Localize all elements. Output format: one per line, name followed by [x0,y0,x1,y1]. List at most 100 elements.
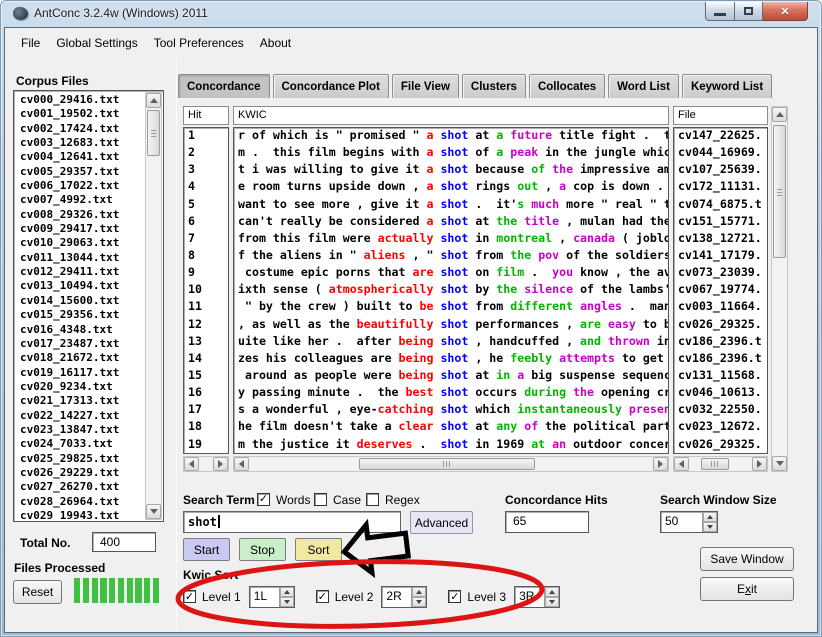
corpus-file-item[interactable]: cv029_19943.txt [16,509,144,519]
corpus-files-listbox[interactable]: cv000_29416.txtcv001_19502.txtcv002_1742… [13,90,164,522]
kwic-hscrollbar[interactable] [233,456,669,472]
kwic-column-body[interactable]: r of which is " promised " a shot at a f… [233,127,669,454]
tab-word-list[interactable]: Word List [608,74,679,98]
kwic-row[interactable]: , as well as the beautifully shot perfor… [234,317,668,334]
file-cell[interactable]: cv131_11568. [674,368,767,385]
results-scroll-thumb[interactable] [773,125,786,258]
kwic-row[interactable]: " by the crew ) built to be shot from di… [234,299,668,316]
kwic-row[interactable]: r of which is " promised " a shot at a f… [234,128,668,145]
kwic-row[interactable]: from this film were actually shot in mon… [234,231,668,248]
file-cell[interactable]: cv023_12672. [674,419,767,436]
spin-down-icon[interactable] [280,597,294,607]
corpus-file-item[interactable]: cv023_13847.txt [16,423,144,437]
corpus-file-item[interactable]: cv026_29229.txt [16,466,144,480]
corpus-file-item[interactable]: cv012_29411.txt [16,265,144,279]
level-3-spinner[interactable]: 3R [514,586,560,608]
tab-concordance-plot[interactable]: Concordance Plot [273,74,389,98]
corpus-file-item[interactable]: cv028_26964.txt [16,495,144,509]
kwic-row[interactable]: he film doesn't take a clear shot at any… [234,419,668,436]
file-cell[interactable]: cv186_2396.t [674,351,767,368]
tab-collocates[interactable]: Collocates [529,74,605,98]
file-cell[interactable]: cv003_11664. [674,299,767,316]
file-hscroll-thumb[interactable] [701,458,729,470]
scroll-right-icon[interactable] [752,457,767,471]
spin-up-icon[interactable] [280,587,294,597]
sort-button[interactable]: Sort [295,538,342,561]
corpus-file-item[interactable]: cv009_29417.txt [16,222,144,236]
file-cell[interactable]: cv147_22625. [674,128,767,145]
reset-button[interactable]: Reset [13,580,62,604]
corpus-file-item[interactable]: cv014_15600.txt [16,294,144,308]
scroll-left-icon[interactable] [234,457,249,471]
advanced-button[interactable]: Advanced [410,511,473,534]
scroll-left-icon[interactable] [184,457,199,471]
tab-concordance[interactable]: Concordance [178,74,270,98]
kwic-row[interactable]: can't really be considered a shot at the… [234,214,668,231]
kwic-row[interactable]: s a wonderful , eye-catching shot which … [234,402,668,419]
corpus-file-item[interactable]: cv008_29326.txt [16,208,144,222]
minimize-button[interactable] [705,2,735,21]
menu-item-global-settings[interactable]: Global Settings [48,33,145,53]
file-cell[interactable]: cv138_12721. [674,231,767,248]
search-window-size-spinner[interactable]: 50 [660,511,718,533]
scroll-left-icon[interactable] [674,457,689,471]
case-checkbox[interactable] [314,493,327,506]
corpus-file-item[interactable]: cv016_4348.txt [16,323,144,337]
maximize-button[interactable] [735,2,763,21]
start-button[interactable]: Start [183,538,230,561]
scroll-down-icon[interactable] [772,456,787,471]
corpus-file-item[interactable]: cv018_21672.txt [16,351,144,365]
corpus-file-item[interactable]: cv003_12683.txt [16,136,144,150]
kwic-row[interactable]: t i was willing to give it a shot becaus… [234,162,668,179]
search-input[interactable]: shot [183,511,401,533]
spin-up-icon[interactable] [545,587,559,597]
file-hscrollbar[interactable] [673,456,768,472]
kwic-row[interactable]: ixth sense ( atmospherically shot by the… [234,282,668,299]
kwic-row[interactable]: zes his colleagues are being shot , he f… [234,351,668,368]
file-cell[interactable]: cv073_23039. [674,265,767,282]
corpus-file-item[interactable]: cv004_12641.txt [16,150,144,164]
hit-hscrollbar[interactable] [183,456,229,472]
title-bar[interactable]: AntConc 3.2.4w (Windows) 2011 ✕ [0,0,822,27]
corpus-file-item[interactable]: cv021_17313.txt [16,394,144,408]
menu-item-file[interactable]: File [13,33,48,53]
exit-button[interactable]: Exit [700,577,794,601]
close-button[interactable]: ✕ [763,2,808,21]
kwic-row[interactable]: want to see more , give it a shot . it's… [234,197,668,214]
words-checkbox[interactable]: ✓ [257,493,270,506]
file-cell[interactable]: cv172_11131. [674,179,767,196]
corpus-file-item[interactable]: cv024_7033.txt [16,437,144,451]
corpus-file-item[interactable]: cv027_26270.txt [16,480,144,494]
level-2-checkbox[interactable]: ✓ [316,590,329,603]
spin-up-icon[interactable] [703,512,717,522]
spin-down-icon[interactable] [545,597,559,607]
file-cell[interactable]: cv067_19774. [674,282,767,299]
save-window-button[interactable]: Save Window [700,547,794,571]
spin-down-icon[interactable] [703,522,717,532]
spin-up-icon[interactable] [412,587,426,597]
kwic-row[interactable]: around as people were being shot at in a… [234,368,668,385]
file-cell[interactable]: cv044_16969. [674,145,767,162]
kwic-row[interactable]: y passing minute . the best shot occurs … [234,385,668,402]
corpus-file-item[interactable]: cv001_19502.txt [16,107,144,121]
file-cell[interactable]: cv141_17179. [674,248,767,265]
corpus-file-item[interactable]: cv020_9234.txt [16,380,144,394]
kwic-row[interactable]: costume epic porns that are shot on film… [234,265,668,282]
stop-button[interactable]: Stop [239,538,286,561]
corpus-file-item[interactable]: cv010_29063.txt [16,236,144,250]
kwic-row[interactable]: e room turns upside down , a shot rings … [234,179,668,196]
corpus-file-item[interactable]: cv006_17022.txt [16,179,144,193]
spin-down-icon[interactable] [412,597,426,607]
file-cell[interactable]: cv186_2396.t [674,334,767,351]
corpus-file-item[interactable]: cv000_29416.txt [16,93,144,107]
level-1-spinner[interactable]: 1L [249,586,295,608]
tab-file-view[interactable]: File View [392,74,459,98]
corpus-file-item[interactable]: cv007_4992.txt [16,193,144,207]
menu-item-about[interactable]: About [252,33,299,53]
corpus-file-item[interactable]: cv022_14227.txt [16,409,144,423]
kwic-row[interactable]: f the aliens in " aliens , " shot from t… [234,248,668,265]
level-2-spinner[interactable]: 2R [381,586,427,608]
level-1-checkbox[interactable]: ✓ [183,590,196,603]
file-cell[interactable]: cv107_25639. [674,162,767,179]
file-cell[interactable]: cv151_15771. [674,214,767,231]
